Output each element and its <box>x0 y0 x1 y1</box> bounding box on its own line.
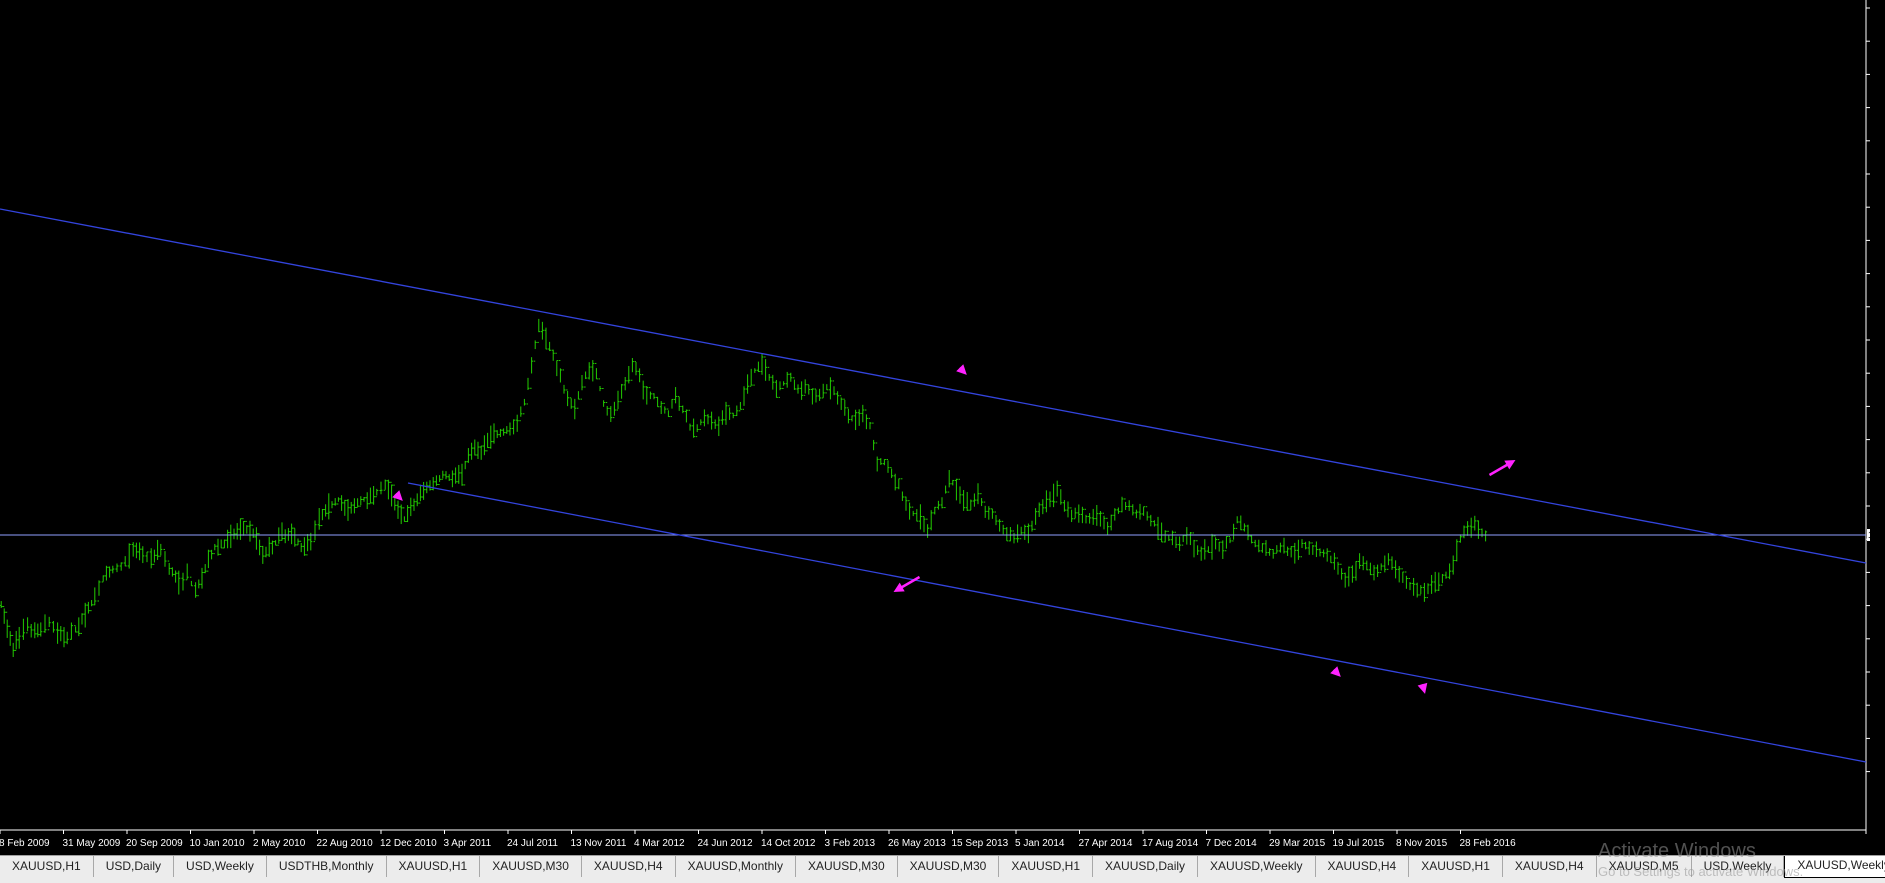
tab-xauusd-h1[interactable]: XAUUSD,H1 <box>0 856 94 877</box>
time-axis-label: 3 Feb 2013 <box>825 838 876 849</box>
time-axis-label: 22 Aug 2010 <box>317 838 374 849</box>
time-axis-label: 14 Oct 2012 <box>761 838 816 849</box>
chart-canvas[interactable]: 1918181717161615151414131312121111101010… <box>0 0 1870 852</box>
time-axis-label: 10 Jan 2010 <box>190 838 245 849</box>
time-axis-label: 4 Mar 2012 <box>634 838 685 849</box>
time-axis-label: 2 May 2010 <box>253 838 306 849</box>
tab-xauusd-h4[interactable]: XAUUSD,H4 <box>1316 856 1410 877</box>
time-axis-label: 19 Jul 2015 <box>1333 838 1385 849</box>
time-axis-label: 3 Apr 2011 <box>444 838 492 849</box>
tab-usdthb-monthly[interactable]: USDTHB,Monthly <box>267 856 387 877</box>
tab-xauusd-h1[interactable]: XAUUSD,H1 <box>387 856 481 877</box>
tab-xauusd-daily[interactable]: XAUUSD,Daily <box>1093 856 1199 877</box>
tab-usd-weekly[interactable]: USD,Weekly <box>174 856 267 877</box>
upper-channel-line[interactable] <box>0 208 1867 564</box>
current-price-label: 12 <box>1868 530 1870 540</box>
tab-xauusd-h1[interactable]: XAUUSD,H1 <box>999 856 1094 877</box>
time-axis-label: 15 Sep 2013 <box>952 838 1009 849</box>
tab-usd-daily[interactable]: USD,Daily <box>94 856 175 877</box>
arrow-down-left-icon[interactable] <box>1487 456 1518 480</box>
time-axis-label: 28 Feb 2016 <box>1460 838 1517 849</box>
time-axis-label: 29 Mar 2015 <box>1269 838 1326 849</box>
tab-xauusd-weekly[interactable]: XAUUSD,Weekly <box>1784 856 1885 878</box>
price-chart[interactable]: 1918181717161615151414131312121111101010… <box>0 0 1870 849</box>
time-axis-label: 17 Aug 2014 <box>1142 838 1199 849</box>
time-axis-label: 12 Dec 2010 <box>380 838 437 849</box>
time-axis-label: 24 Jun 2012 <box>698 838 753 849</box>
arrow-up-icon[interactable] <box>956 364 970 378</box>
tab-xauusd-h4[interactable]: XAUUSD,H4 <box>1503 856 1597 877</box>
time-axis-label: 5 Jan 2014 <box>1015 838 1065 849</box>
tab-xauusd-weekly[interactable]: XAUUSD,Weekly <box>1198 856 1316 877</box>
time-axis-label: 20 Sep 2009 <box>126 838 183 849</box>
tab-xauusd-h1[interactable]: XAUUSD,H1 <box>1409 856 1503 877</box>
tab-xauusd-m5[interactable]: XAUUSD,M5 <box>1597 856 1692 877</box>
arrow-down-left-icon[interactable] <box>1330 666 1344 680</box>
tab-usd-weekly[interactable]: USD,Weekly <box>1692 856 1785 877</box>
arrow-up-right-icon[interactable] <box>1417 682 1430 695</box>
time-axis-label: 27 Apr 2014 <box>1079 838 1133 849</box>
time-axis-label: 8 Nov 2015 <box>1396 838 1448 849</box>
time-axis-label: 24 Jul 2011 <box>507 838 558 849</box>
time-axis-label: 13 Nov 2011 <box>571 838 627 849</box>
tab-xauusd-m30[interactable]: XAUUSD,M30 <box>480 856 582 877</box>
time-axis-label: 7 Dec 2014 <box>1206 838 1258 849</box>
time-axis-label: 8 Feb 2009 <box>0 838 50 849</box>
tab-xauusd-m30[interactable]: XAUUSD,M30 <box>796 856 898 877</box>
time-axis-label: 26 May 2013 <box>888 838 946 849</box>
tab-xauusd-m30[interactable]: XAUUSD,M30 <box>898 856 1000 877</box>
tab-xauusd-monthly[interactable]: XAUUSD,Monthly <box>676 856 796 877</box>
chart-tabs-bar: XAUUSD,H1 USD,Daily USD,Weekly USDTHB,Month… <box>0 855 1885 883</box>
tab-xauusd-h4[interactable]: XAUUSD,H4 <box>582 856 676 877</box>
time-axis-label: 31 May 2009 <box>63 838 121 849</box>
lower-channel-line[interactable] <box>407 482 1867 763</box>
